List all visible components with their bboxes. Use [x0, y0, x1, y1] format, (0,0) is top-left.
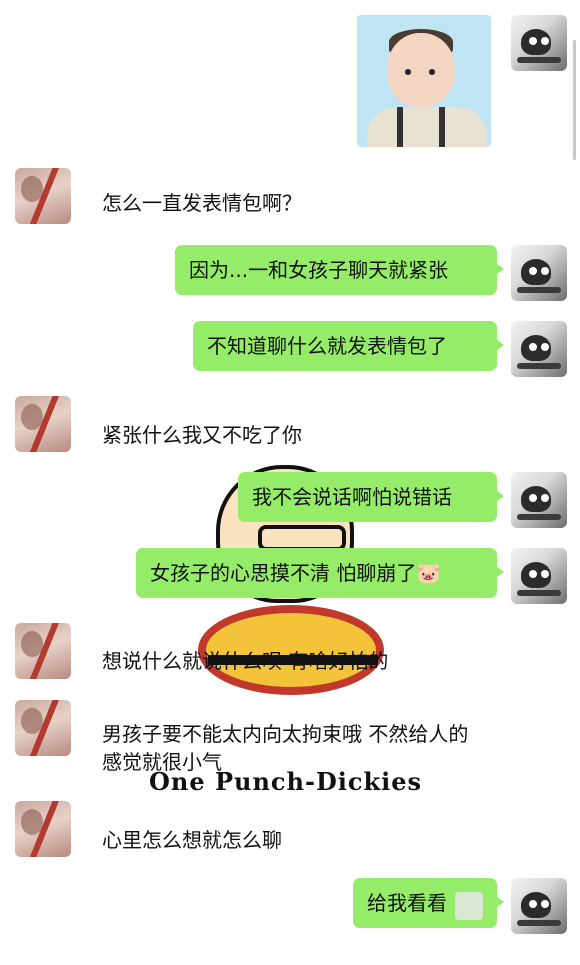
sticker-strap	[439, 107, 445, 147]
message-bubble-with-emoji: 女孩子的心思摸不清 怕聊崩了🐷	[136, 548, 504, 598]
pig-emoji-icon: 🐷	[416, 561, 442, 585]
sticker-body	[367, 107, 487, 147]
message-text: 想说什么就说什么呗 有啥好怕的	[102, 649, 389, 673]
avatar-contact[interactable]	[15, 700, 71, 756]
sticker-eye	[429, 69, 435, 75]
avatar-self[interactable]	[511, 548, 567, 604]
message-text: 我不会说话啊怕说错话	[238, 472, 504, 522]
avatar-contact[interactable]	[15, 168, 71, 224]
message-text: 因为...一和女孩子聊天就紧张	[175, 245, 504, 295]
message-text: 心里怎么想就怎么聊	[102, 828, 282, 852]
avatar-contact[interactable]	[15, 623, 71, 679]
sticker-strap	[397, 107, 403, 147]
blurred-overlay	[455, 892, 483, 920]
avatar-self[interactable]	[511, 321, 567, 377]
message-text: 紧张什么我又不吃了你	[102, 423, 302, 447]
message-text: 怎么一直发表情包啊？	[102, 191, 302, 215]
sticker-eye	[405, 69, 411, 75]
baby-sticker[interactable]	[357, 15, 491, 147]
message-text: 女孩子的心思摸不清 怕聊崩了	[150, 561, 417, 585]
message-text: 不知道聊什么就发表情包了	[193, 321, 504, 371]
avatar-contact[interactable]	[15, 396, 71, 452]
avatar-self[interactable]	[511, 472, 567, 528]
avatar-self[interactable]	[511, 245, 567, 301]
avatar-contact[interactable]	[15, 801, 71, 857]
avatar-self[interactable]	[511, 878, 567, 934]
sticker-face	[387, 33, 455, 107]
message-text: 男孩子要不能太内向太拘束哦 不然给人的感觉就很小气	[102, 722, 469, 774]
avatar-self[interactable]	[511, 15, 567, 71]
scrollbar[interactable]	[573, 40, 576, 160]
